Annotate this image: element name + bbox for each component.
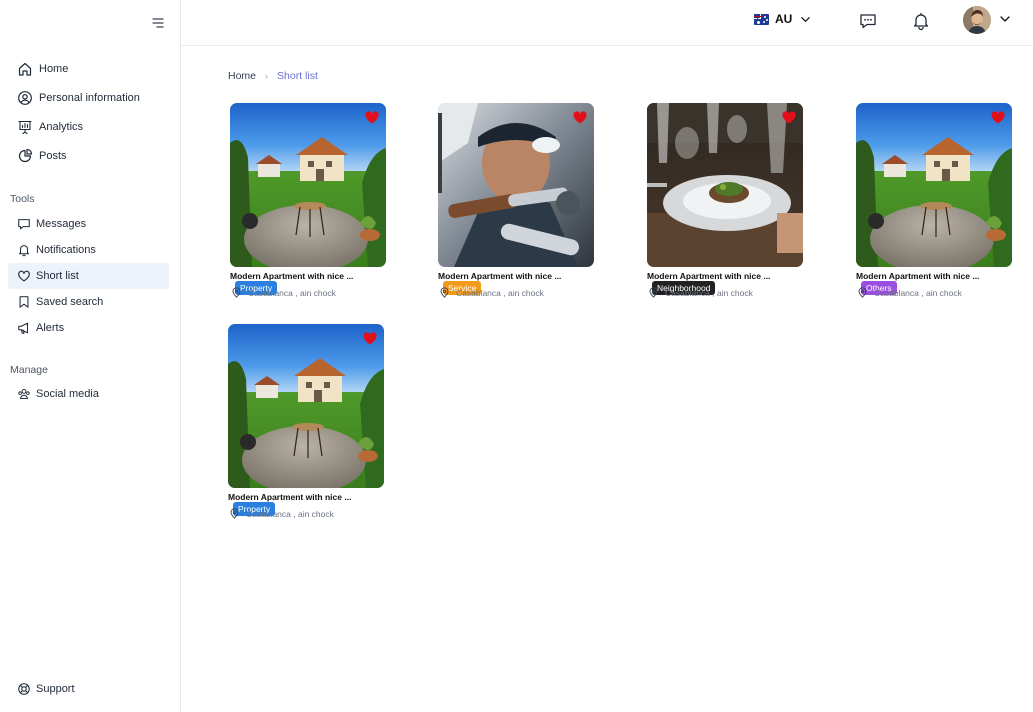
sidebar-item-home[interactable]: Home — [8, 56, 169, 82]
listing-image-house — [856, 103, 1012, 267]
listing-location: Casablanca , ain chock — [856, 287, 962, 298]
section-title-manage: Manage — [10, 364, 48, 376]
sidebar-item-label: Saved search — [36, 296, 104, 308]
listing-location-text: Casablanca , ain chock — [456, 287, 544, 298]
bookmark-icon — [17, 295, 31, 309]
sidebar-item-label: Posts — [39, 150, 67, 162]
listing-location-text: Casablanca , ain chock — [665, 287, 753, 298]
listing-title: Modern Apartment with nice ... — [228, 492, 352, 502]
sidebar-item-analytics[interactable]: Analytics — [8, 114, 169, 140]
location-pin-icon — [231, 287, 242, 298]
message-icon — [17, 217, 31, 231]
location-pin-icon — [229, 508, 240, 519]
favorite-heart-icon[interactable] — [365, 111, 379, 124]
section-title-tools: Tools — [10, 193, 35, 205]
location-pin-icon — [857, 287, 868, 298]
sidebar-item-label: Personal information — [39, 92, 140, 104]
breadcrumb: Home › Short list — [228, 70, 318, 82]
sidebar-item-saved-search[interactable]: Saved search — [8, 289, 169, 315]
sidebar-item-label: Support — [36, 683, 75, 695]
notification-bell-icon[interactable] — [911, 11, 931, 31]
listing-title: Modern Apartment with nice ... — [438, 271, 562, 281]
listing-card[interactable]: Property Modern Apartment with nice ... … — [230, 103, 386, 303]
sidebar-item-label: Messages — [36, 218, 87, 230]
sidebar-item-alerts[interactable]: Alerts — [8, 315, 169, 341]
heart-icon — [17, 269, 31, 283]
australia-flag-icon — [754, 13, 769, 25]
breadcrumb-home-link[interactable]: Home — [228, 70, 256, 82]
avatar[interactable] — [963, 6, 991, 34]
sidebar-item-label: Social media — [36, 388, 99, 400]
listing-location: Casablanca , ain chock — [228, 508, 334, 519]
listing-title: Modern Apartment with nice ... — [856, 271, 980, 281]
sidebar-item-label: Home — [39, 63, 69, 75]
listing-image-house — [228, 324, 384, 488]
listing-location: Casablanca , ain chock — [438, 287, 544, 298]
home-icon — [17, 61, 33, 77]
megaphone-icon — [17, 321, 31, 335]
sidebar-item-social-media[interactable]: Social media — [8, 381, 169, 407]
listing-location-text: Casablanca , ain chock — [246, 508, 334, 519]
sidebar-item-label: Alerts — [36, 322, 65, 334]
chat-icon[interactable] — [858, 11, 878, 31]
listing-location-text: Casablanca , ain chock — [248, 287, 336, 298]
sidebar-item-label: Analytics — [39, 121, 84, 133]
chevron-down-icon — [800, 14, 811, 25]
location-pin-icon — [439, 287, 450, 298]
lifebuoy-icon — [17, 682, 31, 696]
favorite-heart-icon[interactable] — [782, 111, 796, 124]
listing-image-house — [230, 103, 386, 267]
listing-location-text: Casablanca , ain chock — [874, 287, 962, 298]
favorite-heart-icon[interactable] — [991, 111, 1005, 124]
sidebar-item-label: Notifications — [36, 244, 96, 256]
presentation-chart-icon — [17, 119, 33, 135]
sidebar-item-label: Short list — [36, 270, 79, 282]
sidebar-item-notifications[interactable]: Notifications — [8, 237, 169, 263]
language-selector[interactable]: AU — [754, 12, 811, 26]
listing-card[interactable]: Others Modern Apartment with nice ... Ca… — [856, 103, 1012, 303]
collapse-menu-icon[interactable] — [150, 15, 166, 31]
listing-image-restaurant — [647, 103, 803, 267]
listing-title: Modern Apartment with nice ... — [230, 271, 354, 281]
users-icon — [17, 387, 31, 401]
listing-location: Casablanca , ain chock — [230, 287, 336, 298]
bell-icon — [17, 243, 31, 257]
user-circle-icon — [17, 90, 33, 106]
sidebar-item-posts[interactable]: Posts — [8, 143, 169, 169]
sidebar: Home Personal information Analytics Post… — [0, 0, 181, 712]
chevron-right-icon: › — [265, 71, 269, 81]
sidebar-item-messages[interactable]: Messages — [8, 211, 169, 237]
favorite-heart-icon[interactable] — [573, 111, 587, 124]
location-pin-icon — [648, 287, 659, 298]
breadcrumb-current: Short list — [277, 70, 318, 82]
listing-location: Casablanca , ain chock — [647, 287, 753, 298]
listing-card[interactable]: Property Modern Apartment with nice ... … — [228, 324, 384, 524]
top-header: AU — [181, 0, 1033, 46]
sidebar-item-short-list[interactable]: Short list — [8, 263, 169, 289]
listing-title: Modern Apartment with nice ... — [647, 271, 771, 281]
listing-image-welder — [438, 103, 594, 267]
sidebar-item-support[interactable]: Support — [8, 676, 169, 702]
listing-card[interactable]: Neighborhood Modern Apartment with nice … — [647, 103, 803, 303]
language-label: AU — [775, 12, 793, 26]
favorite-heart-icon[interactable] — [363, 332, 377, 345]
pie-chart-icon — [17, 148, 33, 164]
sidebar-item-personal-information[interactable]: Personal information — [8, 85, 169, 111]
account-chevron-down-icon[interactable] — [999, 13, 1011, 25]
listing-card[interactable]: Service Modern Apartment with nice ... C… — [438, 103, 594, 303]
